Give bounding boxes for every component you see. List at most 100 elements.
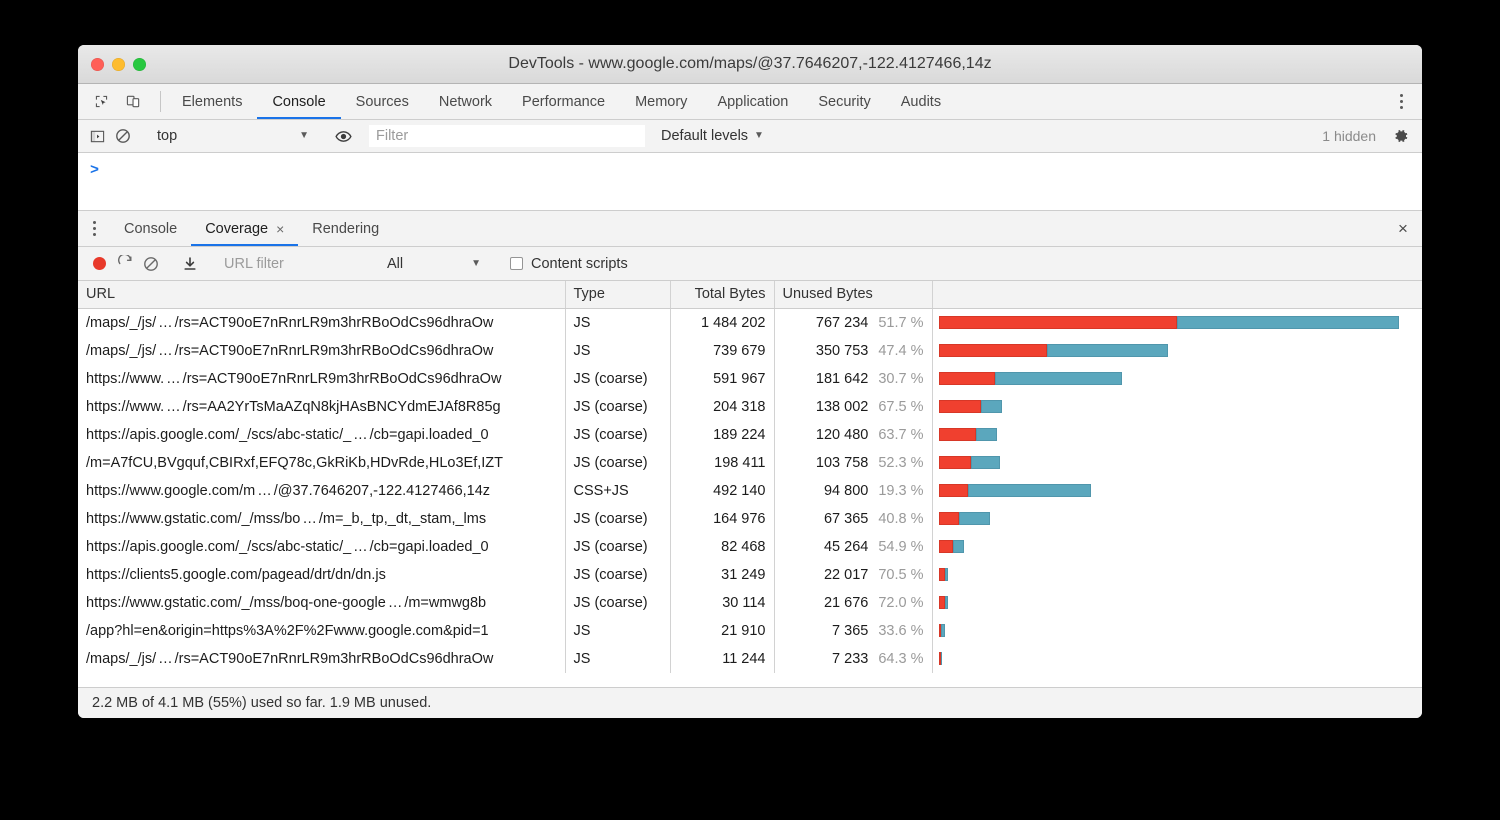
clear-all-icon[interactable] xyxy=(138,251,164,277)
url-filter-placeholder: URL filter xyxy=(224,256,284,272)
tab-security[interactable]: Security xyxy=(803,84,885,119)
tab-network[interactable]: Network xyxy=(424,84,507,119)
maximize-window-button[interactable] xyxy=(133,58,146,71)
table-row[interactable]: https://www.gstatic.com/_/mss/bo…/m=_b,_… xyxy=(78,505,1422,533)
cell-coverage-bar xyxy=(932,561,1422,589)
cell-coverage-bar xyxy=(932,533,1422,561)
table-row[interactable]: https://apis.google.com/_/scs/abc-static… xyxy=(78,421,1422,449)
execution-context-select[interactable]: top ▼ xyxy=(149,128,317,144)
table-row[interactable]: https://www.…/rs=ACT90oE7nRnrLR9m3hrRBoO… xyxy=(78,365,1422,393)
live-expression-icon[interactable] xyxy=(330,123,356,149)
reload-and-record-icon[interactable] xyxy=(112,251,138,277)
cell-total-bytes: 11 244 xyxy=(670,645,774,673)
coverage-header-row: URL Type Total Bytes Unused Bytes xyxy=(78,281,1422,308)
unused-percent: 72.0 % xyxy=(878,595,923,611)
cell-coverage-bar xyxy=(932,589,1422,617)
bar-segment-unused xyxy=(939,512,960,525)
close-window-button[interactable] xyxy=(91,58,104,71)
table-row[interactable]: https://clients5.google.com/pagead/drt/d… xyxy=(78,561,1422,589)
table-row[interactable]: /maps/_/js/…/rs=ACT90oE7nRnrLR9m3hrRBoOd… xyxy=(78,337,1422,365)
drawer-more-icon[interactable] xyxy=(78,211,110,246)
console-prompt-icon: > xyxy=(78,162,99,179)
table-row[interactable]: https://apis.google.com/_/scs/abc-static… xyxy=(78,533,1422,561)
table-row[interactable]: https://www.google.com/m…/@37.7646207,-1… xyxy=(78,477,1422,505)
coverage-type-filter-select[interactable]: All ▼ xyxy=(379,256,487,272)
devtools-tabbar-right xyxy=(1375,84,1422,119)
devtools-tool-icons xyxy=(78,84,154,119)
column-header-bar[interactable] xyxy=(932,281,1422,308)
table-row[interactable]: /maps/_/js/…/rs=ACT90oE7nRnrLR9m3hrRBoOd… xyxy=(78,308,1422,337)
url-tail: /rs=AA2YrTsMaAZqN8kjHAsBNCYdmEJAf8R85g xyxy=(183,399,501,415)
device-toolbar-icon[interactable] xyxy=(120,89,146,115)
table-row[interactable]: https://www.…/rs=AA2YrTsMaAZqN8kjHAsBNCY… xyxy=(78,393,1422,421)
cell-type: JS xyxy=(565,308,670,337)
coverage-bar xyxy=(939,316,1400,329)
cell-unused-bytes: 103 75852.3 % xyxy=(774,449,932,477)
log-levels-select[interactable]: Default levels ▼ xyxy=(661,128,764,144)
cell-total-bytes: 189 224 xyxy=(670,421,774,449)
tab-application[interactable]: Application xyxy=(702,84,803,119)
table-row[interactable]: /m=A7fCU,BVgquf,CBIRxf,EFQ78c,GkRiKb,HDv… xyxy=(78,449,1422,477)
tab-performance[interactable]: Performance xyxy=(507,84,620,119)
column-header-url[interactable]: URL xyxy=(78,281,565,308)
column-header-total-bytes[interactable]: Total Bytes xyxy=(670,281,774,308)
cell-coverage-bar xyxy=(932,421,1422,449)
main-menu-kebab-icon[interactable] xyxy=(1388,89,1414,115)
url-head: /maps/_/js/ xyxy=(86,315,156,331)
unused-bytes-value: 7 365 xyxy=(832,623,868,639)
cell-unused-bytes: 120 48063.7 % xyxy=(774,421,932,449)
console-sidebar-icon[interactable] xyxy=(84,123,110,149)
url-filter-input[interactable]: URL filter xyxy=(216,256,366,272)
hidden-messages-count[interactable]: 1 hidden xyxy=(1322,128,1388,144)
coverage-type-filter-value: All xyxy=(387,256,403,272)
content-scripts-checkbox[interactable]: Content scripts xyxy=(500,256,628,272)
tab-console[interactable]: Console xyxy=(257,84,340,119)
column-header-type[interactable]: Type xyxy=(565,281,670,308)
tab-audits[interactable]: Audits xyxy=(886,84,956,119)
cell-unused-bytes: 138 00267.5 % xyxy=(774,393,932,421)
tab-sources[interactable]: Sources xyxy=(341,84,424,119)
tab-memory[interactable]: Memory xyxy=(620,84,702,119)
cell-unused-bytes: 94 80019.3 % xyxy=(774,477,932,505)
cell-total-bytes: 198 411 xyxy=(670,449,774,477)
window-title: DevTools - www.google.com/maps/@37.76462… xyxy=(78,55,1422,73)
coverage-bar xyxy=(939,372,1123,385)
export-download-icon[interactable] xyxy=(177,251,203,277)
cell-type: JS (coarse) xyxy=(565,505,670,533)
record-button[interactable] xyxy=(86,251,112,277)
url-tail: /cb=gapi.loaded_0 xyxy=(370,427,489,443)
drawer-tab-console[interactable]: Console xyxy=(110,211,191,246)
unused-percent: 70.5 % xyxy=(878,567,923,583)
close-coverage-tab-icon[interactable]: × xyxy=(276,222,284,236)
clear-console-icon[interactable] xyxy=(110,123,136,149)
url-head: /m=A7fCU,BVgquf,CBIRxf,EFQ78c,GkRiKb,HDv… xyxy=(86,455,503,471)
table-row[interactable]: /app?hl=en&origin=https%3A%2F%2Fwww.goog… xyxy=(78,617,1422,645)
drawer-tab-coverage[interactable]: Coverage × xyxy=(191,211,298,246)
inspect-element-icon[interactable] xyxy=(88,89,114,115)
console-filter-input[interactable]: Filter xyxy=(369,125,645,147)
cell-type: JS xyxy=(565,645,670,673)
tab-elements-label: Elements xyxy=(182,94,242,110)
drawer-tab-rendering[interactable]: Rendering xyxy=(298,211,393,246)
tab-elements[interactable]: Elements xyxy=(167,84,257,119)
cell-unused-bytes: 45 26454.9 % xyxy=(774,533,932,561)
url-head: /maps/_/js/ xyxy=(86,343,156,359)
cell-url: https://www.gstatic.com/_/mss/bo…/m=_b,_… xyxy=(78,505,565,533)
bar-segment-used xyxy=(995,372,1122,385)
cell-type: JS (coarse) xyxy=(565,561,670,589)
console-output-area[interactable]: > xyxy=(78,153,1422,211)
minimize-window-button[interactable] xyxy=(112,58,125,71)
close-drawer-icon[interactable]: × xyxy=(1384,211,1422,246)
column-header-unused-bytes[interactable]: Unused Bytes xyxy=(774,281,932,308)
cell-coverage-bar xyxy=(932,617,1422,645)
cell-url: https://www.gstatic.com/_/mss/boq-one-go… xyxy=(78,589,565,617)
url-head: https://www. xyxy=(86,399,164,415)
table-row[interactable]: https://www.gstatic.com/_/mss/boq-one-go… xyxy=(78,589,1422,617)
table-row[interactable]: /maps/_/js/…/rs=ACT90oE7nRnrLR9m3hrRBoOd… xyxy=(78,645,1422,673)
coverage-bar xyxy=(939,540,965,553)
coverage-bar xyxy=(939,456,1001,469)
gear-icon[interactable] xyxy=(1388,123,1414,149)
cell-coverage-bar xyxy=(932,365,1422,393)
cell-type: JS (coarse) xyxy=(565,365,670,393)
checkbox-box[interactable] xyxy=(510,257,523,270)
